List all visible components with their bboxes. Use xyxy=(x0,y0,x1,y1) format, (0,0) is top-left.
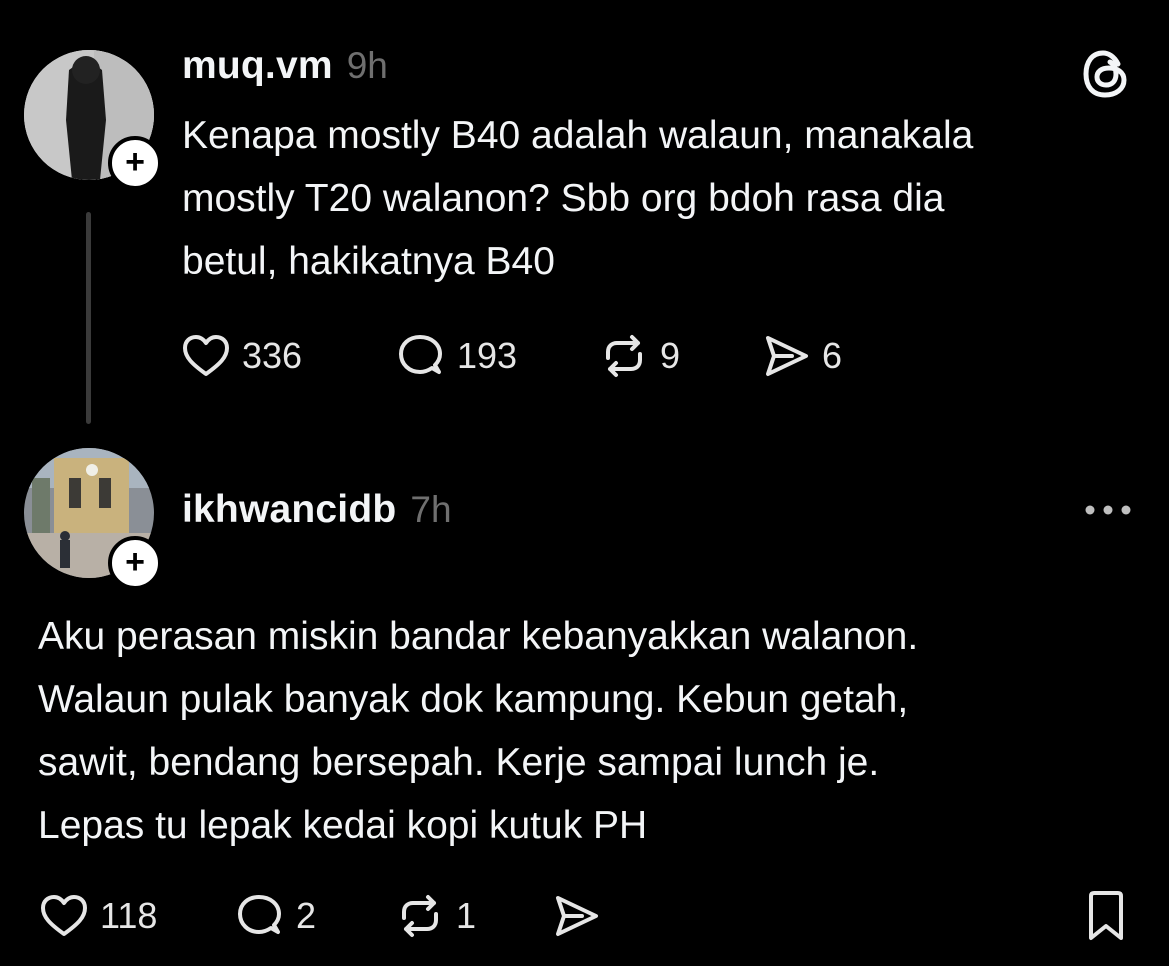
plus-icon: + xyxy=(125,142,145,181)
post-repost-count: 9 xyxy=(660,335,681,376)
reply-repost-count: 1 xyxy=(456,895,477,936)
post-time: 9h xyxy=(346,45,388,86)
reply-like-count: 118 xyxy=(100,895,158,936)
reply-username[interactable]: ikhwancidb xyxy=(182,488,396,532)
repost-icon xyxy=(402,895,438,937)
reply-share-button[interactable] xyxy=(550,890,602,942)
post-like-count: 336 xyxy=(242,335,303,376)
plus-icon: + xyxy=(125,542,145,581)
comment-icon xyxy=(399,335,442,374)
post-share-count: 6 xyxy=(822,335,843,376)
reply-header: ikhwancidb 7h xyxy=(182,488,452,532)
reply-repost-button[interactable]: 1 xyxy=(394,890,550,942)
reply-reply-count: 2 xyxy=(296,895,317,936)
post-share-button[interactable]: 6 xyxy=(760,330,842,382)
bookmark-icon[interactable] xyxy=(1083,890,1129,947)
reply-like-button[interactable]: 118 xyxy=(38,890,234,942)
reply-time: 7h xyxy=(410,489,452,530)
heart-icon xyxy=(41,895,87,936)
follow-button-muq-vm[interactable]: + xyxy=(108,136,162,190)
reply-actions: 118 2 1 xyxy=(38,890,602,942)
reply-text: Aku perasan miskin bandar kebanyakkan wa… xyxy=(38,615,919,847)
post-reply-count: 193 xyxy=(457,335,518,376)
reply-reply-button[interactable]: 2 xyxy=(234,890,394,942)
post-actions: 336 193 9 6 xyxy=(180,330,842,382)
comment-icon xyxy=(238,895,281,934)
threads-logo-icon xyxy=(1078,46,1134,107)
post-repost-button[interactable]: 9 xyxy=(598,330,760,382)
follow-button-ikhwancidb[interactable]: + xyxy=(108,536,162,590)
send-icon xyxy=(556,896,598,936)
heart-icon xyxy=(183,335,229,376)
repost-icon xyxy=(606,335,642,377)
post-like-button[interactable]: 336 xyxy=(180,330,395,382)
more-options-icon[interactable] xyxy=(1083,497,1133,528)
send-icon xyxy=(766,336,808,376)
thread-connector-line xyxy=(86,212,91,424)
post-text: Kenapa mostly B40 adalah walaun, manakal… xyxy=(182,114,974,283)
post-header: muq.vm 9h xyxy=(182,44,388,88)
post-reply-button[interactable]: 193 xyxy=(395,330,598,382)
post-username[interactable]: muq.vm xyxy=(182,44,333,88)
